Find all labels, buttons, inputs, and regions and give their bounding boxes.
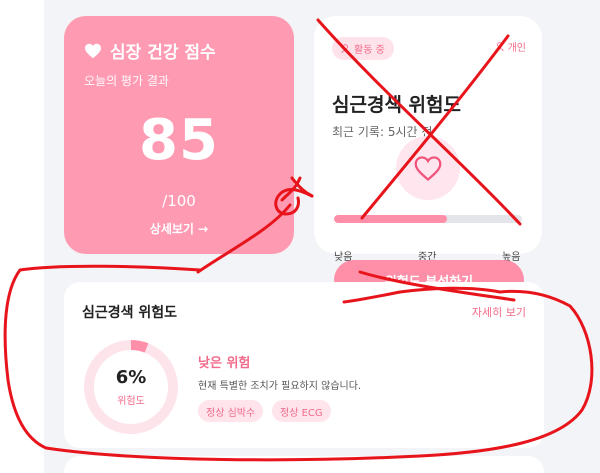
risk-percent: 6% [115,367,147,388]
user-icon [495,42,504,51]
heart-outline-icon [414,155,442,181]
personal-tag[interactable]: 개인 [495,39,526,54]
personal-label: 개인 [507,43,526,54]
score-detail-link[interactable]: 상세보기 → [64,220,294,237]
risk-detail-card: 심근경색 위험도 자세히 보기 6% 위험도 낮은 위험 현재 특별한 조치가 … [64,282,544,448]
score-max: /100 [162,192,196,210]
score-title-text: 심장 건강 점수 [110,43,216,63]
score-subtitle: 오늘의 평가 결과 [84,74,169,88]
left-panel [0,0,44,473]
risk-bar-fill [334,215,447,223]
tag-heart-rate: 정상 심박수 [198,400,264,422]
risk-level: 낮은 위험 [198,356,251,371]
status-pill-label: 활동 중 [354,45,385,56]
ring-center: 6% 위험도 [82,338,180,436]
risk-percent-caption: 위험도 [117,396,145,407]
next-card-edge [64,456,544,473]
score-title: 심장 건강 점수 [84,38,216,63]
status-pill: 활동 중 [332,37,394,60]
user-icon [341,44,350,53]
risk-title: 심근경색 위험도 [332,94,461,116]
risk-description: 현재 특별한 조치가 필요하지 않습니다. [198,381,362,392]
heart-badge [396,136,460,200]
score-value: 85 [139,108,219,173]
risk-card[interactable]: 활동 중 개인 심근경색 위험도 최근 기록: 5시간 전 낮음 중간 높음 [314,16,542,263]
risk-bar [334,215,522,223]
tag-ecg: 정상 ECG [272,400,331,422]
detail-more-link[interactable]: 자세히 보기 [472,304,526,320]
detail-title: 심근경색 위험도 [82,305,178,321]
heart-icon [85,43,101,58]
heart-score-card[interactable]: 심장 건강 점수 오늘의 평가 결과 85 /100 상세보기 → [64,16,294,254]
